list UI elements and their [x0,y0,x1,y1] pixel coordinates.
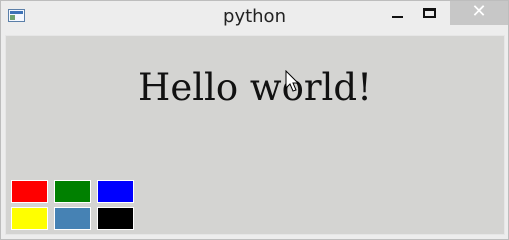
maximize-button[interactable] [421,6,441,26]
canvas-area[interactable]: Hello world! [5,35,505,235]
close-button[interactable]: ✕ [450,1,508,25]
swatch-steelblue[interactable] [54,207,91,230]
app-window: python ✕ Hello world! [0,0,509,240]
swatch-red[interactable] [11,180,48,203]
swatch-black[interactable] [97,207,134,230]
swatch-green[interactable] [54,180,91,203]
color-palette [11,180,137,232]
swatch-blue[interactable] [97,180,134,203]
swatch-yellow[interactable] [11,207,48,230]
title-bar[interactable]: python ✕ [1,1,508,34]
minimize-button[interactable] [389,6,409,26]
hello-text: Hello world! [138,66,372,109]
